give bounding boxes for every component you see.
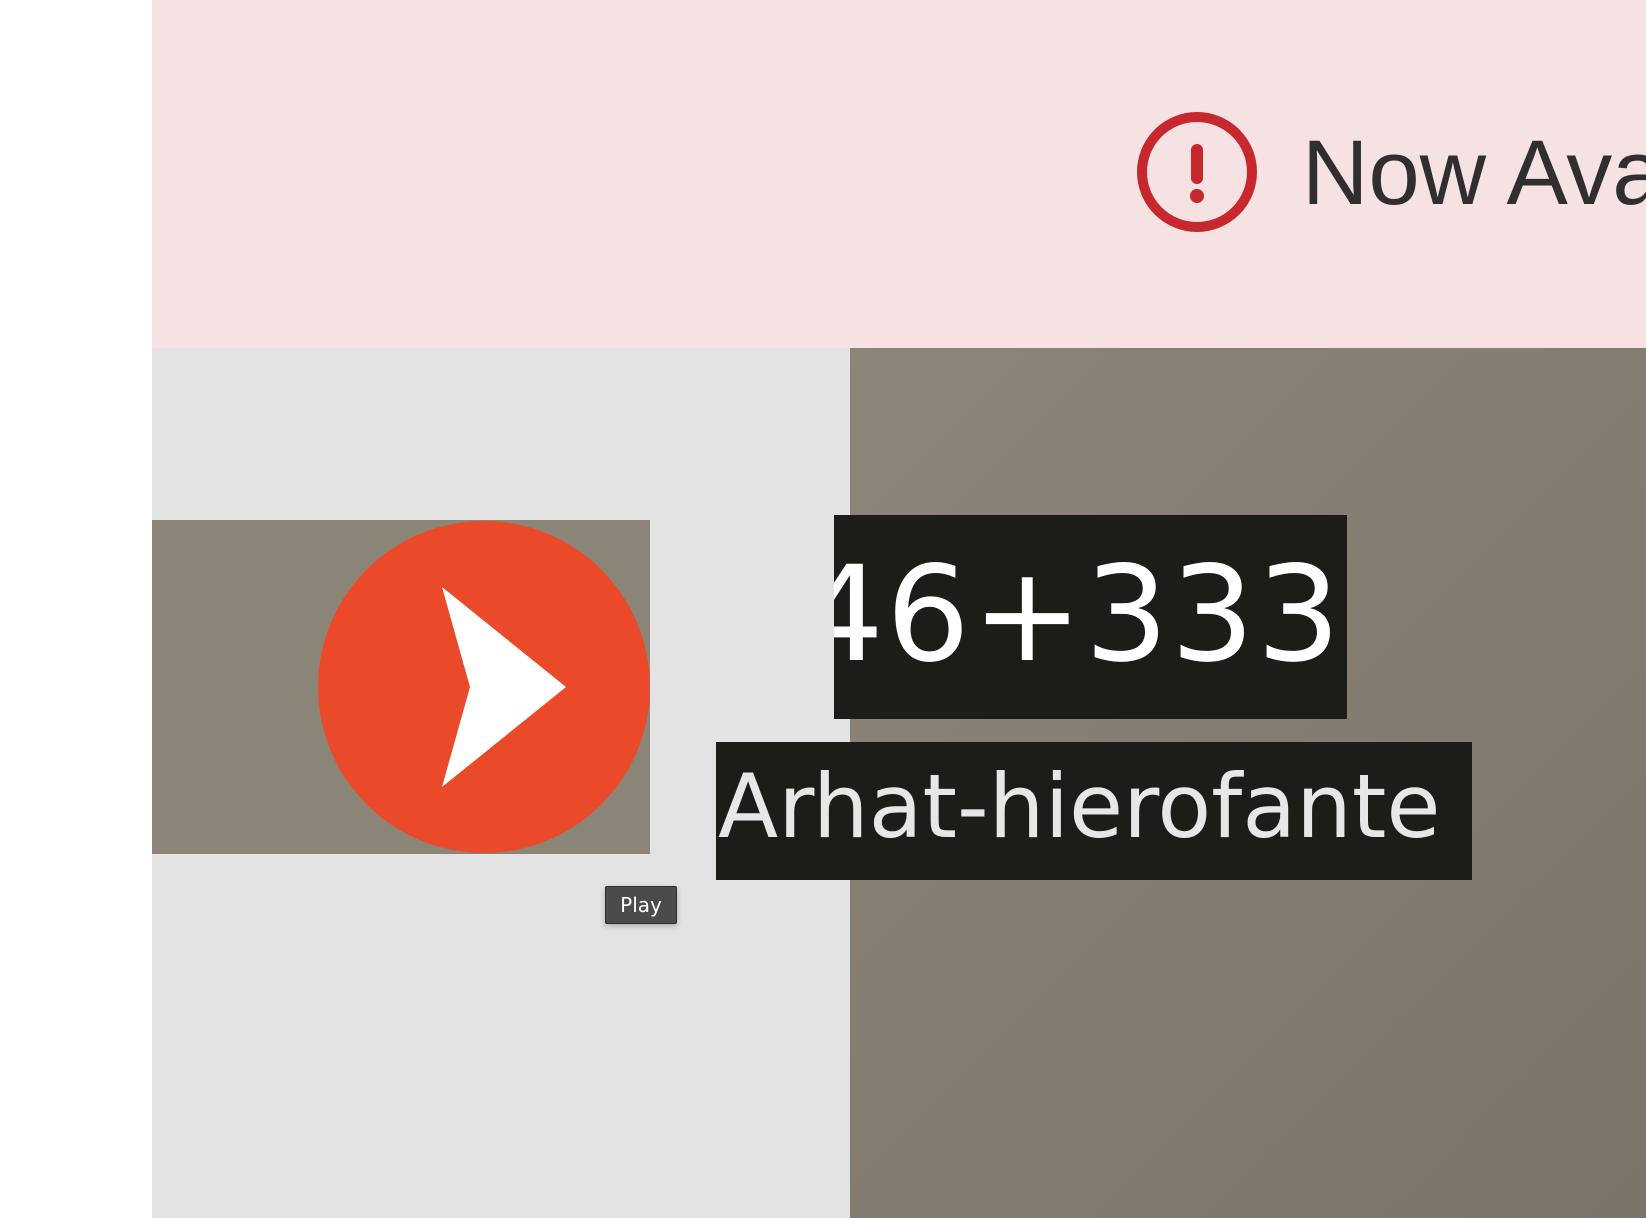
score-text: 46+333 bbox=[834, 538, 1343, 692]
page: Now Ava 46+333 Arhat-hierofante Play bbox=[0, 0, 1646, 1218]
play-arrow-icon bbox=[318, 521, 650, 853]
play-button[interactable] bbox=[318, 520, 650, 854]
media-thumbnail bbox=[152, 520, 650, 854]
alert-circle-icon bbox=[1137, 112, 1257, 232]
banner-title: Now Ava bbox=[1302, 122, 1646, 224]
score-label: 46+333 bbox=[834, 515, 1347, 719]
name-label: Arhat-hierofante bbox=[716, 742, 1472, 880]
name-text: Arhat-hierofante bbox=[718, 755, 1441, 858]
play-tooltip: Play bbox=[605, 886, 677, 924]
availability-banner: Now Ava bbox=[152, 0, 1646, 348]
